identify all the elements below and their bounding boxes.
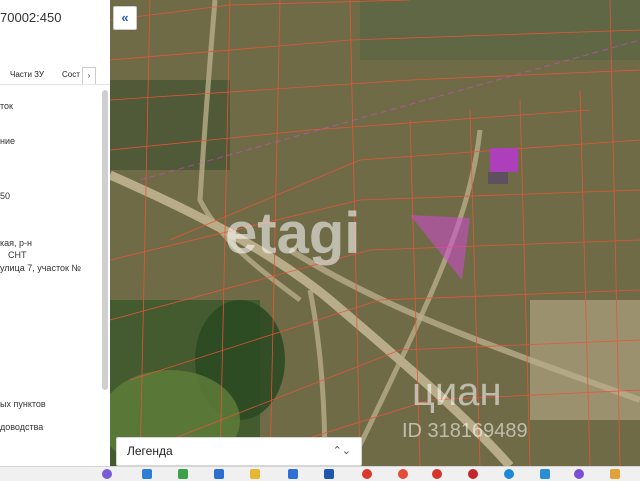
viber-icon[interactable] bbox=[574, 469, 584, 479]
photos-icon[interactable] bbox=[540, 469, 550, 479]
building-roof bbox=[490, 148, 518, 172]
word-icon[interactable] bbox=[324, 469, 334, 479]
sidebar-panel: 70002:450 Части ЗУ Сост › ток ние 50 кая… bbox=[0, 0, 111, 466]
files-icon[interactable] bbox=[250, 469, 260, 479]
browser-icon[interactable] bbox=[102, 469, 112, 479]
edge-icon[interactable] bbox=[504, 469, 514, 479]
collapse-panel-button[interactable]: « bbox=[113, 6, 137, 30]
info-fragment: 50 bbox=[0, 191, 11, 201]
tabs-scroll-right-button[interactable]: › bbox=[82, 67, 96, 85]
watermark-listing-id: ID 318169489 bbox=[402, 420, 528, 442]
info-fragment: ых пунктов bbox=[0, 399, 46, 409]
tabs-bar: Части ЗУ Сост › bbox=[0, 66, 110, 86]
info-fragment: доводства bbox=[0, 422, 44, 432]
tab-parts[interactable]: Части ЗУ bbox=[10, 70, 44, 79]
legend-label: Легенда bbox=[127, 444, 173, 458]
legend-dropdown[interactable]: Легенда ⌃⌄ bbox=[116, 437, 362, 466]
store-icon[interactable] bbox=[178, 469, 188, 479]
chevron-updown-icon: ⌃⌄ bbox=[332, 445, 351, 457]
satellite-map[interactable]: etagi циан ID 318169489 bbox=[110, 0, 640, 466]
tab-composition[interactable]: Сост bbox=[62, 70, 80, 79]
settings-icon[interactable] bbox=[362, 469, 372, 479]
app-icon[interactable] bbox=[142, 469, 152, 479]
info-fragment: ние bbox=[0, 136, 16, 146]
media-icon[interactable] bbox=[398, 469, 408, 479]
taskbar bbox=[0, 466, 640, 481]
yandex-icon[interactable] bbox=[432, 469, 442, 479]
opera-icon[interactable] bbox=[468, 469, 478, 479]
info-fragment: СНТ bbox=[8, 250, 27, 260]
watermark-etagi: etagi bbox=[225, 201, 361, 266]
address-fragment: улица 7, участок № bbox=[0, 263, 82, 273]
cadastral-number: 70002:450 bbox=[0, 10, 62, 25]
chrome-icon[interactable] bbox=[288, 469, 298, 479]
info-fragment: кая, р-н bbox=[0, 238, 32, 248]
sidebar-scrollbar[interactable] bbox=[102, 90, 108, 390]
info-fragment: ток bbox=[0, 101, 13, 111]
watermark-cian: циан bbox=[412, 370, 502, 414]
mail-icon[interactable] bbox=[214, 469, 224, 479]
map-canvas bbox=[110, 0, 640, 466]
tabs-divider bbox=[0, 84, 110, 85]
folder-icon[interactable] bbox=[610, 469, 620, 479]
